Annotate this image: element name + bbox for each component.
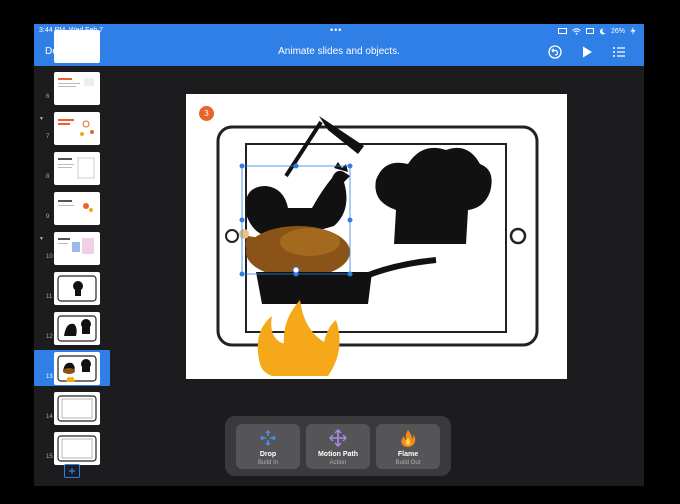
slide-preview [58,157,95,179]
moon-icon [599,27,606,34]
slide-preview [57,395,97,422]
slide-preview [57,355,97,382]
slide-number: 9 [46,214,50,220]
slide-thumbnail-partial[interactable] [34,30,110,68]
build-order-badge[interactable]: 3 [199,106,214,121]
slide-preview [57,315,97,342]
ipad-home-button-drawing [509,227,527,245]
slide-number: 11 [46,294,53,300]
drop-arrows-icon [260,430,276,446]
slide-navigator: 6 ▼ 7 8 9 ▼ 10 11 12 13 14 15 [34,30,110,486]
flame-drawing [257,300,340,376]
slide-preview [58,200,93,212]
slide-number: 15 [46,454,53,460]
build-name: Flame [397,451,419,458]
slide-number: 12 [46,334,53,340]
slide-thumbnail[interactable]: ▼ 7 [34,110,110,146]
motion-path-icon [329,429,347,447]
build-subtitle: Build Out [395,460,421,466]
slide-preview [58,238,94,254]
slide-thumbnail[interactable]: 14 [34,390,110,426]
ipad-camera-drawing [225,229,239,243]
ipad-screen: 3:44 PM Wed Feb 7 ••• 26% Done Animate s… [34,24,644,486]
add-slide-icon[interactable] [64,464,80,478]
wifi-icon [572,27,581,35]
collapse-triangle-icon[interactable]: ▼ [39,116,44,122]
slide-thumbnail[interactable]: 11 [34,270,110,306]
utensil-head-drawing [319,116,364,154]
screen-mirroring-icon [557,27,567,34]
slide-number: 7 [46,134,50,140]
rooster-drawing [245,162,350,236]
build-animations-panel: Drop Build In Motion Path Action Flame B… [225,416,451,476]
motion-path-build-button[interactable]: Motion Path Action [306,424,370,469]
battery-charging-icon [630,27,636,35]
multitasking-dots-icon[interactable]: ••• [330,25,342,35]
flame-build-button[interactable]: Flame Build Out [376,424,440,469]
slide-thumbnail[interactable]: 8 [34,150,110,186]
build-subtitle: Build In [257,460,278,466]
slide-thumbnail[interactable]: 12 [34,310,110,346]
flame-icon [401,430,416,447]
play-icon[interactable] [579,44,595,60]
build-subtitle: Action [329,460,347,466]
navigation-bar: Done Animate slides and objects. [34,38,644,66]
status-bar: 3:44 PM Wed Feb 7 ••• 26% [34,24,644,38]
build-name: Motion Path [317,451,359,458]
slide-preview [57,435,97,462]
slide-number: 6 [46,94,50,100]
slide-number: 14 [46,414,53,420]
undo-icon[interactable] [547,44,563,60]
slide-artwork [216,116,539,376]
battery-percent: 26% [610,27,625,35]
slide-thumbnail[interactable]: 15 [34,430,110,466]
slide-preview [58,119,94,136]
slide-preview [57,275,97,302]
slide-number: 13 [46,374,53,380]
slide-preview [58,78,94,87]
slide-number: 10 [46,254,53,260]
collapse-triangle-icon[interactable]: ▼ [39,236,44,242]
slide-canvas[interactable]: 3 [186,94,567,379]
display-icon [585,27,594,34]
chef-hat-drawing [375,147,492,244]
slide-thumbnail[interactable]: ▼ 10 [34,230,110,266]
slide-thumbnail[interactable]: 6 [34,70,110,106]
slide-thumbnail[interactable]: 9 [34,190,110,226]
list-icon[interactable] [611,44,627,60]
slide-thumbnail-selected[interactable]: 13 [34,350,110,386]
slide-number: 8 [46,174,50,180]
utensil-handle-drawing [284,120,323,178]
build-name: Drop [259,451,277,458]
drop-build-button[interactable]: Drop Build In [236,424,300,469]
